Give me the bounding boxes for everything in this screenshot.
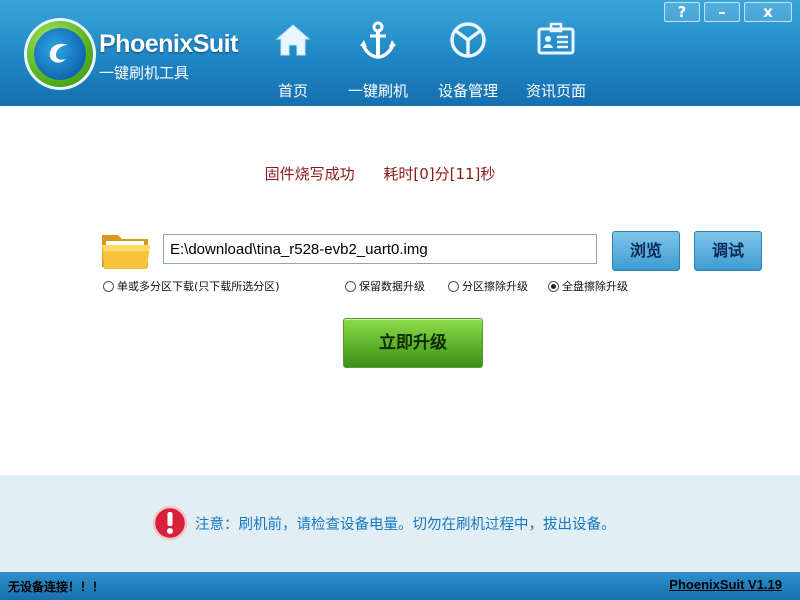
notice-text: 注意：刷机前，请检查设备电量。切勿在刷机过程中，拔出设备。 (195, 517, 616, 533)
option-full-erase[interactable]: 全盘擦除升级 (548, 278, 628, 294)
minimize-button[interactable]: – (704, 2, 740, 22)
option-keep-data-label: 保留数据升级 (359, 280, 425, 293)
option-full-erase-label: 全盘擦除升级 (562, 280, 628, 293)
radio-partition-erase[interactable] (448, 280, 459, 292)
debug-button[interactable]: 调试 (694, 231, 762, 271)
nav-device-label: 设备管理 (437, 82, 498, 100)
brand-subtitle: 一键刷机工具 (99, 64, 190, 82)
swoosh-icon (49, 43, 68, 63)
nav-home[interactable]: 首页 (253, 20, 333, 102)
radio-keep-data[interactable] (345, 280, 356, 292)
nav-flash-label: 一键刷机 (347, 82, 408, 100)
device-status: 无设备连接！！！ (8, 580, 105, 594)
anchor-icon (360, 21, 396, 59)
version-link[interactable]: PhoenixSuit V1.19 (669, 577, 782, 592)
upgrade-now-button[interactable]: 立即升级 (343, 318, 483, 368)
nav-news-label: 资讯页面 (525, 82, 586, 100)
home-icon (275, 24, 311, 56)
nav-news[interactable]: 资讯页面 (516, 20, 596, 102)
flash-elapsed: 耗时[0]分[11]秒 (383, 165, 496, 183)
news-icon (537, 22, 575, 55)
option-keep-data[interactable]: 保留数据升级 (345, 278, 425, 294)
option-partition-download[interactable]: 单或多分区下载(只下载所选分区) (103, 278, 280, 294)
radio-partition-download[interactable] (103, 280, 114, 292)
nav-home-label: 首页 (277, 82, 308, 100)
window-controls: ? – x (664, 2, 792, 22)
brand-name: PhoenixSuit (99, 30, 238, 58)
header-bar: PhoenixSuit 一键刷机工具 首页 一键刷机 设备管理 资讯页面 ? –… (0, 0, 800, 106)
help-button[interactable]: ? (664, 2, 700, 22)
warning-icon (152, 505, 188, 541)
option-partition-erase-label: 分区擦除升级 (462, 280, 528, 293)
folder-icon[interactable] (100, 229, 152, 271)
option-partition-download-label: 单或多分区下载(只下载所选分区) (117, 280, 280, 293)
option-partition-erase[interactable]: 分区擦除升级 (448, 278, 528, 294)
firmware-path-input[interactable] (163, 234, 597, 264)
browse-button[interactable]: 浏览 (612, 231, 680, 271)
nav-flash[interactable]: 一键刷机 (338, 20, 418, 102)
flash-result: 固件烧写成功 (264, 165, 355, 183)
device-icon (450, 22, 486, 58)
status-bar: 无设备连接！！！ PhoenixSuit V1.19 (0, 572, 800, 600)
flash-status: 固件烧写成功 耗时[0]分[11]秒 (0, 163, 760, 184)
nav-device[interactable]: 设备管理 (428, 20, 508, 102)
radio-full-erase[interactable] (548, 280, 559, 292)
close-button[interactable]: x (744, 2, 792, 22)
